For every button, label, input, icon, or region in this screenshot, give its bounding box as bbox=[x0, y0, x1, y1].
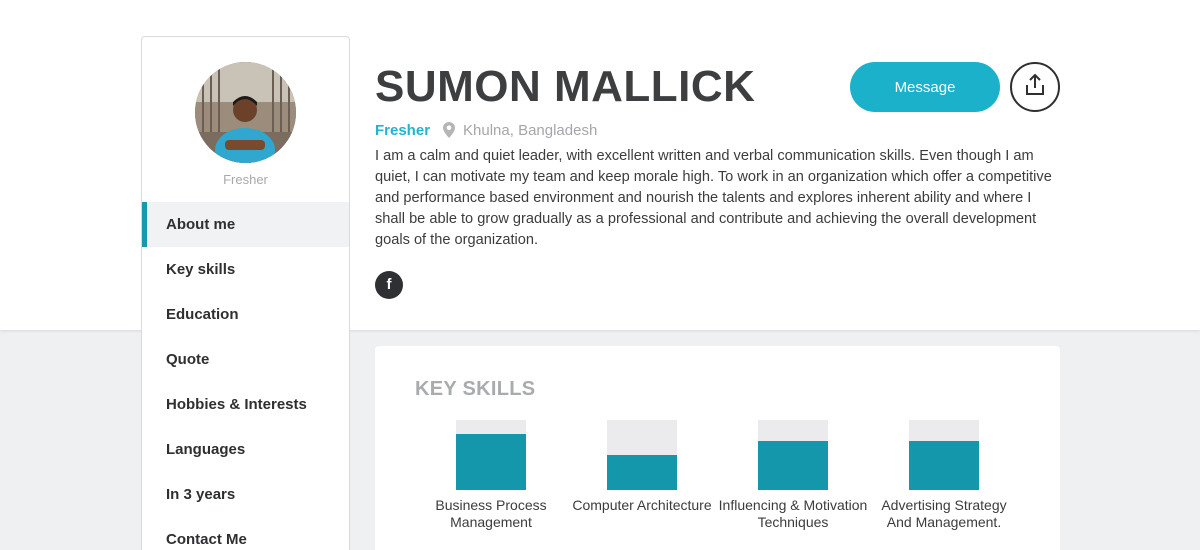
avatar bbox=[195, 62, 296, 163]
profile-meta: Fresher Khulna, Bangladesh bbox=[375, 120, 597, 140]
skill-bar-fill bbox=[758, 441, 828, 490]
skill-bar-track bbox=[909, 420, 979, 490]
skill-bar-track bbox=[456, 420, 526, 490]
sidebar-item-education[interactable]: Education bbox=[142, 292, 349, 337]
skill-bar-track bbox=[607, 420, 677, 490]
profile-location: Khulna, Bangladesh bbox=[463, 121, 598, 139]
skill-bar-track bbox=[758, 420, 828, 490]
skill-label: Business Process Management bbox=[435, 497, 547, 530]
profile-bio: I am a calm and quiet leader, with excel… bbox=[375, 148, 1052, 248]
message-button[interactable]: Message bbox=[850, 62, 1000, 112]
skill-label: Influencing & Motivation Techniques bbox=[718, 497, 868, 530]
skill-bar-fill bbox=[909, 441, 979, 490]
location-pin-icon bbox=[443, 122, 456, 138]
sidebar-item-about-me[interactable]: About me bbox=[142, 202, 349, 247]
sidebar-item-languages[interactable]: Languages bbox=[142, 427, 349, 472]
share-button[interactable] bbox=[1010, 62, 1060, 112]
sidebar-nav: About me Key skills Education Quote Hobb… bbox=[142, 202, 349, 550]
sidebar-item-hobbies[interactable]: Hobbies & Interests bbox=[142, 382, 349, 427]
skill-bar-fill bbox=[456, 434, 526, 490]
skill-label: Advertising Strategy And Management. bbox=[881, 497, 1007, 530]
sidebar-item-in-3-years[interactable]: In 3 years bbox=[142, 472, 349, 517]
sidebar-role: Fresher bbox=[223, 172, 268, 187]
profile-name: SUMON MALLICK bbox=[375, 62, 756, 111]
profile-role: Fresher bbox=[375, 121, 431, 139]
share-icon bbox=[1025, 73, 1045, 101]
sidebar-item-key-skills[interactable]: Key skills bbox=[142, 247, 349, 292]
key-skills-card: KEY SKILLS Business Process Management C… bbox=[375, 346, 1060, 550]
sidebar: Fresher About me Key skills Education Qu… bbox=[141, 36, 350, 550]
sidebar-item-quote[interactable]: Quote bbox=[142, 337, 349, 382]
skill-label: Computer Architecture bbox=[572, 497, 712, 513]
sidebar-item-contact-me[interactable]: Contact Me bbox=[142, 517, 349, 550]
facebook-icon[interactable]: f bbox=[375, 271, 403, 299]
skill-bar-fill bbox=[607, 455, 677, 490]
key-skills-title: KEY SKILLS bbox=[415, 378, 536, 400]
